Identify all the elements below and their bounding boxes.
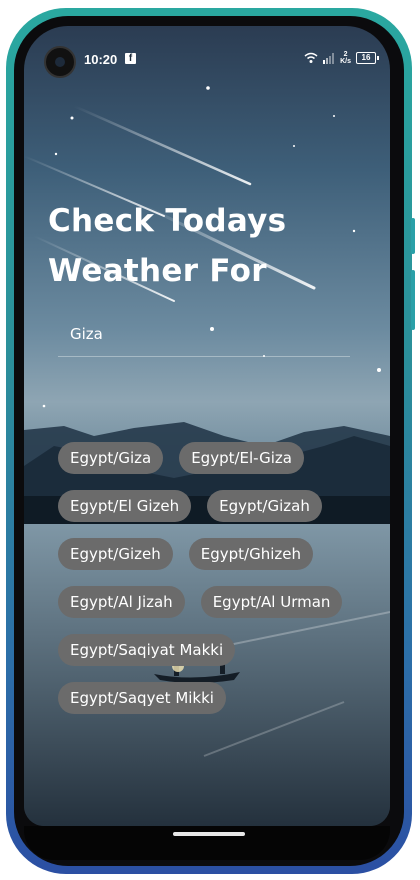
city-search-input[interactable]: [68, 322, 342, 346]
suggestion-chip[interactable]: Egypt/Al Urman: [200, 586, 343, 618]
suggestion-chip[interactable]: Egypt/Gizah: [207, 490, 322, 522]
suggestion-chip[interactable]: Egypt/Gizeh: [58, 538, 173, 570]
suggestion-row: Egypt/Al Jizah Egypt/Al Urman: [58, 586, 378, 618]
city-search-field[interactable]: [58, 316, 350, 357]
suggestion-row: Egypt/Saqyet Mikki: [58, 682, 378, 714]
status-bar: 10:20 f 2 K/s 16: [24, 26, 390, 78]
suggestion-row: Egypt/Giza Egypt/El-Giza: [58, 442, 378, 474]
suggestion-chip[interactable]: Egypt/Al Jizah: [58, 586, 185, 618]
shooting-star: [72, 104, 252, 186]
front-camera: [44, 46, 76, 78]
signal-icon: [323, 53, 335, 64]
location-suggestions: Egypt/Giza Egypt/El-Giza Egypt/El Gizeh …: [58, 442, 378, 730]
power-button: [411, 270, 415, 330]
network-speed-value: 2: [343, 51, 348, 58]
clock: 10:20: [84, 52, 118, 67]
suggestion-row: Egypt/El Gizeh Egypt/Gizah: [58, 490, 378, 522]
network-speed: 2 K/s: [340, 51, 351, 65]
suggestion-chip[interactable]: Egypt/Ghizeh: [188, 538, 313, 570]
page-title-line2: Weather For: [48, 253, 267, 289]
navigation-bar: [24, 826, 390, 860]
battery-icon: 16: [356, 52, 379, 64]
network-speed-unit: K/s: [340, 58, 351, 65]
status-icons: 2 K/s 16: [304, 50, 379, 66]
suggestion-chip[interactable]: Egypt/Saqyet Mikki: [58, 682, 226, 714]
suggestion-chip[interactable]: Egypt/Giza: [58, 442, 164, 474]
volume-button: [411, 218, 415, 254]
home-indicator[interactable]: [173, 832, 245, 836]
suggestion-chip[interactable]: Egypt/Saqiyat Makki: [58, 634, 236, 666]
page-title: Check Todays Weather For: [48, 196, 286, 296]
suggestion-row: Egypt/Saqiyat Makki: [58, 634, 378, 666]
suggestion-chip[interactable]: Egypt/El-Giza: [179, 442, 304, 474]
suggestion-chip[interactable]: Egypt/El Gizeh: [58, 490, 192, 522]
app-screen: 10:20 f 2 K/s 16 Check Todays Weather Fo…: [24, 26, 390, 826]
page-title-line1: Check Todays: [48, 203, 287, 239]
wifi-icon: [304, 52, 318, 63]
facebook-icon: f: [125, 53, 136, 64]
suggestion-row: Egypt/Gizeh Egypt/Ghizeh: [58, 538, 378, 570]
